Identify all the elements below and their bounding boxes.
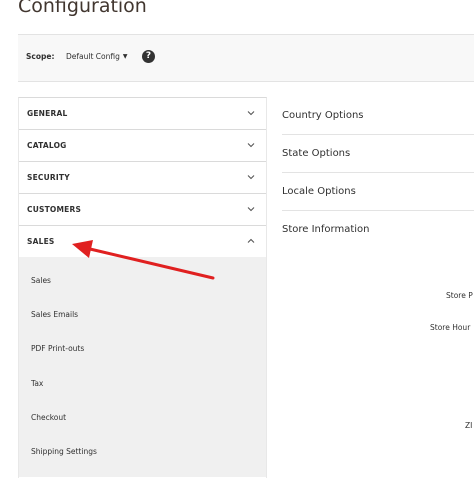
nav-section-security[interactable]: SECURITY: [19, 162, 266, 194]
chevron-up-icon: [247, 238, 255, 243]
scope-dropdown[interactable]: Default Config ▼: [66, 52, 127, 61]
page-title: Configuration: [18, 0, 147, 17]
nav-section-label: GENERAL: [27, 109, 68, 118]
nav-section-catalog[interactable]: CATALOG: [19, 130, 266, 162]
sales-submenu-item-sales[interactable]: Sales: [31, 276, 51, 285]
nav-section-label: CUSTOMERS: [27, 205, 82, 214]
nav-section-label: CATALOG: [27, 141, 67, 150]
chevron-down-icon: [247, 111, 255, 116]
group-store-information[interactable]: Store Information: [282, 211, 474, 248]
nav-section-general[interactable]: GENERAL: [19, 98, 266, 130]
scope-dropdown-value: Default Config: [66, 52, 120, 61]
group-locale-options[interactable]: Locale Options: [282, 173, 474, 211]
sales-submenu-item-checkout[interactable]: Checkout: [31, 413, 66, 422]
config-groups: Country Options State Options Locale Opt…: [282, 97, 474, 474]
field-label-store-phone: Store P: [446, 291, 473, 300]
group-state-options[interactable]: State Options: [282, 135, 474, 173]
nav-section-label: SALES: [27, 237, 55, 246]
caret-down-icon: ▼: [122, 53, 128, 60]
scope-switcher-bar: Scope: Default Config ▼ ?: [18, 34, 474, 82]
scope-label: Scope:: [26, 52, 55, 61]
field-label-store-hours: Store Hour: [430, 323, 471, 332]
group-title: Store Information: [282, 224, 370, 235]
field-label-zip: ZI: [465, 421, 473, 430]
nav-section-customers[interactable]: CUSTOMERS: [19, 194, 266, 226]
sales-submenu-item-pdf-print-outs[interactable]: PDF Print-outs: [31, 344, 84, 353]
chevron-down-icon: [247, 143, 255, 148]
sales-submenu-item-tax[interactable]: Tax: [31, 379, 43, 388]
group-title: State Options: [282, 148, 351, 159]
chevron-down-icon: [247, 207, 255, 212]
group-title: Country Options: [282, 110, 364, 121]
sales-submenu-item-shipping-settings[interactable]: Shipping Settings: [31, 447, 97, 456]
sales-submenu-item-sales-emails[interactable]: Sales Emails: [31, 310, 78, 319]
nav-section-sales[interactable]: SALES: [19, 226, 266, 257]
config-sidebar: GENERAL CATALOG SECURITY CUSTOMERS SALES…: [18, 97, 267, 478]
group-country-options[interactable]: Country Options: [282, 97, 474, 135]
sales-submenu: Sales Sales Emails PDF Print-outs Tax Ch…: [19, 257, 266, 477]
group-title: Locale Options: [282, 186, 356, 197]
nav-section-label: SECURITY: [27, 173, 70, 182]
chevron-down-icon: [247, 175, 255, 180]
help-icon[interactable]: ?: [142, 50, 155, 63]
